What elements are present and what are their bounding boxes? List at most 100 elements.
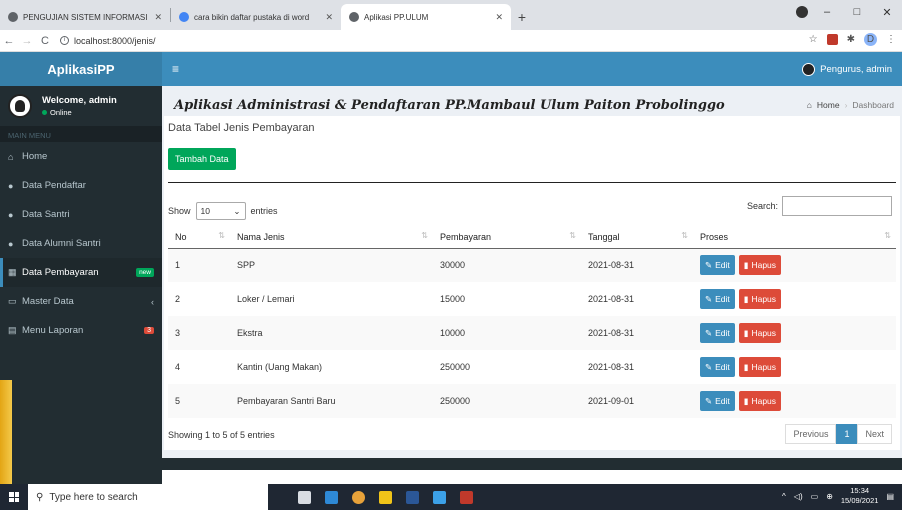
close-icon[interactable]: ✕ bbox=[154, 12, 162, 23]
tab-title: cara bikin daftar pustaka di word bbox=[194, 12, 310, 22]
add-data-button[interactable]: Tambah Data bbox=[168, 148, 236, 170]
url-field[interactable]: i localhost:8000/jenis/ bbox=[60, 36, 156, 46]
edit-button[interactable]: ✎ Edit bbox=[700, 289, 735, 309]
page-1-button[interactable]: 1 bbox=[836, 424, 858, 444]
breadcrumb-home[interactable]: Home bbox=[817, 100, 840, 110]
box-title: Data Tabel Jenis Pembayaran bbox=[168, 122, 315, 134]
sidebar-item-label: Master Data bbox=[22, 296, 74, 307]
vscode-icon[interactable] bbox=[433, 490, 446, 504]
sidebar-item-data-pembayaran[interactable]: ▦ Data Pembayaran new bbox=[0, 258, 162, 287]
user-panel: Welcome, admin Online bbox=[0, 86, 162, 126]
close-window-button[interactable]: ✕ bbox=[872, 6, 902, 19]
delete-button[interactable]: ▮ Hapus bbox=[738, 391, 782, 411]
user-menu[interactable]: Pengurus, admin bbox=[802, 62, 892, 76]
edit-button[interactable]: ✎ Edit bbox=[700, 357, 735, 377]
word-icon[interactable] bbox=[406, 490, 419, 504]
browser-tab-1[interactable]: PENGUJIAN SISTEM INFORMASI ✕ bbox=[0, 4, 170, 30]
minimize-button[interactable]: – bbox=[812, 6, 842, 18]
entries-label: entries bbox=[250, 206, 278, 216]
back-arrow-icon[interactable]: ← bbox=[0, 35, 18, 47]
user-menu-label: Pengurus, admin bbox=[820, 63, 892, 75]
battery-icon[interactable]: ▭ bbox=[811, 492, 819, 501]
clock[interactable]: 15:34 15/09/2021 bbox=[841, 486, 879, 506]
column-header-tanggal[interactable]: Tanggal ⇅ bbox=[581, 226, 693, 249]
breadcrumb: ⌂ Home › Dashboard bbox=[807, 100, 894, 110]
menu-header: MAIN MENU bbox=[0, 126, 162, 142]
edit-button[interactable]: ✎ Edit bbox=[700, 391, 735, 411]
close-icon[interactable]: ✕ bbox=[325, 12, 333, 23]
sidebar-item-data-pendaftar[interactable]: ● Data Pendaftar bbox=[0, 171, 162, 200]
file-explorer-icon[interactable] bbox=[325, 490, 338, 504]
pdf-reader-icon[interactable] bbox=[460, 490, 473, 504]
main-content: Aplikasi Administrasi & Pendaftaran PP.M… bbox=[162, 86, 902, 484]
profile-icon[interactable] bbox=[796, 6, 808, 18]
app-logo[interactable]: AplikasiPP bbox=[0, 52, 162, 86]
close-icon[interactable]: ✕ bbox=[495, 12, 503, 23]
trash-icon: ▮ bbox=[743, 293, 749, 304]
breadcrumb-current: Dashboard bbox=[852, 100, 894, 110]
chevron-up-icon[interactable]: ^ bbox=[782, 492, 786, 501]
puzzle-icon[interactable]: ✱ bbox=[847, 34, 855, 45]
sidebar-item-label: Data Pendaftar bbox=[22, 180, 86, 191]
column-header-proses[interactable]: Proses ⇅ bbox=[693, 226, 896, 249]
chrome-icon[interactable] bbox=[352, 490, 365, 504]
count-badge: 3 bbox=[144, 327, 154, 334]
dashboard-icon: ⌂ bbox=[806, 100, 812, 110]
sidebar-item-menu-laporan[interactable]: ▤ Menu Laporan 3 bbox=[0, 316, 162, 345]
browser-tab-2[interactable]: cara bikin daftar pustaka di word ✕ bbox=[171, 4, 341, 30]
cell-no: 4 bbox=[175, 362, 181, 372]
volume-icon[interactable]: ◁) bbox=[794, 492, 803, 501]
search-input[interactable] bbox=[782, 196, 892, 216]
new-tab-button[interactable]: + bbox=[511, 4, 533, 30]
clock-date: 15/09/2021 bbox=[840, 496, 879, 505]
sidebar-item-label: Data Santri bbox=[22, 209, 70, 220]
task-view-icon[interactable] bbox=[298, 490, 311, 504]
chevron-down-icon: ⌄ bbox=[233, 205, 241, 216]
reload-icon[interactable]: C bbox=[36, 35, 54, 47]
network-icon[interactable]: ⊕ bbox=[826, 492, 833, 501]
delete-button[interactable]: ▮ Hapus bbox=[738, 323, 782, 343]
footer bbox=[162, 470, 902, 484]
forward-arrow-icon[interactable]: → bbox=[18, 35, 36, 47]
sort-icon: ⇅ bbox=[569, 231, 576, 240]
column-header-no[interactable]: No ⇅ bbox=[168, 226, 230, 249]
table-row: 4 Kantin (Uang Makan) 250000 2021-08-31 … bbox=[168, 350, 896, 384]
edit-icon: ✎ bbox=[705, 395, 713, 406]
previous-page-button[interactable]: Previous bbox=[785, 424, 837, 444]
table-row: 5 Pembayaran Santri Baru 250000 2021-09-… bbox=[168, 384, 896, 418]
sidebar-item-master-data[interactable]: ▭ Master Data ‹ bbox=[0, 287, 162, 316]
laptop-icon: ▭ bbox=[8, 296, 17, 306]
entries-select[interactable]: 10 ⌄ bbox=[195, 202, 246, 220]
trash-icon: ▮ bbox=[743, 259, 749, 270]
delete-button[interactable]: ▮ Hapus bbox=[738, 357, 782, 377]
taskbar-search[interactable]: ⚲ Type here to search bbox=[28, 484, 268, 510]
tab-title: PENGUJIAN SISTEM INFORMASI bbox=[23, 12, 148, 22]
cell-pembayaran: 30000 bbox=[433, 248, 581, 282]
sidebar-item-data-santri[interactable]: ● Data Santri bbox=[0, 200, 162, 229]
more-menu-icon[interactable]: ⋮ bbox=[886, 34, 896, 45]
sidebar-toggle-icon[interactable]: ≡ bbox=[172, 62, 179, 76]
pdf-extension-icon[interactable] bbox=[826, 34, 838, 45]
browser-tab-3[interactable]: Aplikasi PP.ULUM ✕ bbox=[341, 4, 511, 30]
column-header-pembayaran[interactable]: Pembayaran ⇅ bbox=[433, 226, 581, 249]
footer-bar bbox=[162, 458, 902, 470]
maximize-button[interactable]: □ bbox=[842, 6, 872, 18]
star-icon[interactable]: ☆ bbox=[809, 34, 818, 45]
next-page-button[interactable]: Next bbox=[857, 424, 892, 444]
sidebar-item-home[interactable]: ⌂ Home bbox=[0, 142, 162, 171]
start-button[interactable] bbox=[0, 484, 28, 510]
trash-icon: ▮ bbox=[743, 327, 749, 338]
profile-avatar-icon[interactable]: D bbox=[864, 33, 877, 46]
sidebar-item-data-alumni-santri[interactable]: ● Data Alumni Santri bbox=[0, 229, 162, 258]
delete-button[interactable]: ▮ Hapus bbox=[738, 289, 782, 309]
edit-button[interactable]: ✎ Edit bbox=[700, 255, 735, 276]
xampp-icon[interactable] bbox=[379, 490, 392, 504]
column-header-nama-jenis[interactable]: Nama Jenis ⇅ bbox=[230, 226, 433, 249]
cell-no: 5 bbox=[168, 384, 230, 418]
notification-icon[interactable]: ▤ bbox=[886, 492, 894, 501]
sidebar-item-label: Data Alumni Santri bbox=[22, 238, 101, 249]
delete-button[interactable]: ▮ Hapus bbox=[738, 255, 782, 276]
edit-button[interactable]: ✎ Edit bbox=[700, 323, 735, 343]
info-icon[interactable]: i bbox=[60, 36, 69, 45]
show-entries: Show 10 ⌄ entries bbox=[168, 202, 278, 220]
